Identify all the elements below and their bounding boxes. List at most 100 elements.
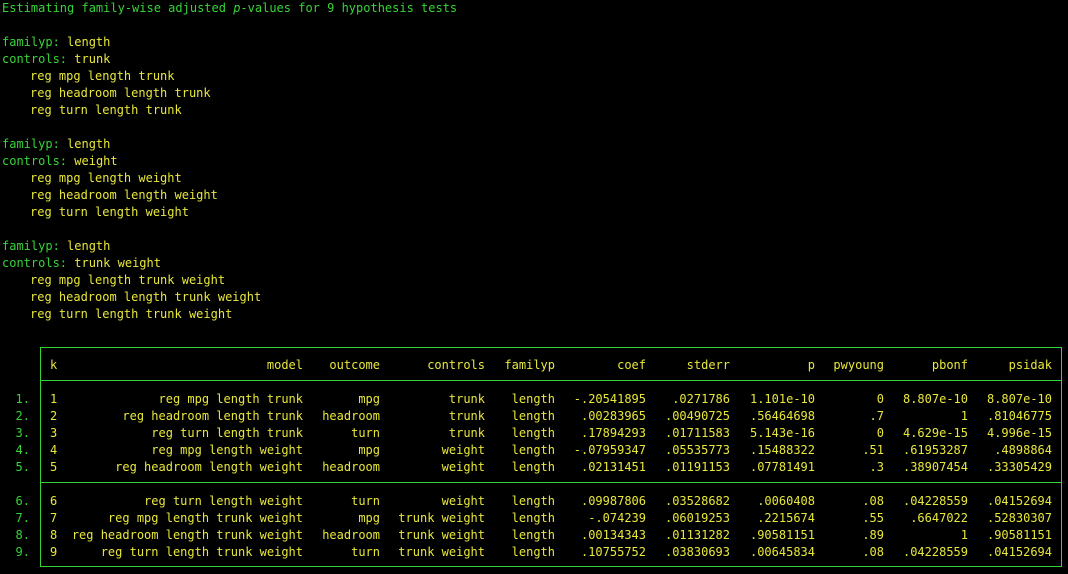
regression-command: reg mpg length weight xyxy=(30,171,182,185)
cell-familyp: length xyxy=(511,426,555,440)
family-1-controls-line: controls: trunk xyxy=(2,51,110,68)
cell-outcome: turn xyxy=(351,545,380,559)
cell-pbonf: 1 xyxy=(960,528,968,542)
cell-p: 5.143e-16 xyxy=(749,426,815,440)
cell-coef: -.074239 xyxy=(588,511,646,525)
cell-psidak: .04152694 xyxy=(986,545,1052,559)
cell-psidak: .52830307 xyxy=(986,511,1052,525)
cell-pbonf: .04228559 xyxy=(902,494,968,508)
cell-p: .07781491 xyxy=(749,460,815,474)
table-row: 2. 2 reg headroom length trunk headroom … xyxy=(0,408,1068,425)
cell-coef: .17894293 xyxy=(580,426,646,440)
controls-label: controls: xyxy=(2,52,68,66)
cell-psidak: .33305429 xyxy=(986,460,1052,474)
cell-controls: weight xyxy=(441,494,485,508)
header-stderr: stderr xyxy=(686,358,730,372)
cell-model: reg headroom length trunk xyxy=(122,409,303,423)
table-header-row: k model outcome controls familyp coef st… xyxy=(0,357,1068,374)
table-row: 9. 9 reg turn length trunk weight turn t… xyxy=(0,544,1068,561)
table-header-divider xyxy=(41,380,1061,381)
cell-k: 1 xyxy=(50,392,58,406)
table-row: 3. 3 reg turn length trunk turn trunk le… xyxy=(0,425,1068,442)
cell-controls: trunk xyxy=(448,392,485,406)
cell-coef: -.20541895 xyxy=(573,392,646,406)
row-number: 4. xyxy=(15,443,30,457)
cell-coef: .09987806 xyxy=(580,494,646,508)
cell-psidak: .04152694 xyxy=(986,494,1052,508)
familyp-label: familyp: xyxy=(2,239,60,253)
cell-stderr: .06019253 xyxy=(664,511,730,525)
cell-model: reg headroom length trunk weight xyxy=(71,528,303,542)
cell-pwyoung: .7 xyxy=(869,409,884,423)
header-coef: coef xyxy=(617,358,646,372)
cell-p: .00645834 xyxy=(749,545,815,559)
cell-p: .56464698 xyxy=(749,409,815,423)
cell-pwyoung: 0 xyxy=(876,392,884,406)
cell-pbonf: .61953287 xyxy=(902,443,968,457)
regression-command: reg headroom length trunk weight xyxy=(30,290,262,304)
controls-label: controls: xyxy=(2,256,68,270)
cell-pwyoung: .55 xyxy=(862,511,884,525)
cell-stderr: .01191153 xyxy=(664,460,730,474)
row-number: 9. xyxy=(15,545,30,559)
row-number: 8. xyxy=(15,528,30,542)
familyp-value: length xyxy=(67,137,111,151)
table-row: 5. 5 reg headroom length weight headroom… xyxy=(0,459,1068,476)
intro-prefix: Estimating family-wise adjusted xyxy=(2,1,234,15)
cell-k: 8 xyxy=(50,528,58,542)
cell-k: 5 xyxy=(50,460,58,474)
cell-k: 6 xyxy=(50,494,58,508)
results-intro-line: Estimating family-wise adjusted p-values… xyxy=(2,0,457,17)
table-group-divider xyxy=(41,482,1061,483)
cell-psidak: .4898864 xyxy=(994,443,1052,457)
cell-model: reg turn length trunk xyxy=(151,426,303,440)
controls-value: trunk weight xyxy=(74,256,161,270)
cell-familyp: length xyxy=(511,460,555,474)
cell-pbonf: 8.807e-10 xyxy=(902,392,968,406)
cell-coef: -.07959347 xyxy=(573,443,646,457)
intro-suffix: -values for 9 hypothesis tests xyxy=(240,1,458,15)
cell-controls: trunk xyxy=(448,426,485,440)
cell-controls: trunk weight xyxy=(398,511,485,525)
row-number: 3. xyxy=(15,426,30,440)
header-familyp: familyp xyxy=(504,358,555,372)
regression-command: reg turn length weight xyxy=(30,205,189,219)
controls-value: weight xyxy=(74,154,118,168)
cell-coef: .00283965 xyxy=(580,409,646,423)
cell-familyp: length xyxy=(511,443,555,457)
regression-command: reg mpg length trunk xyxy=(30,69,175,83)
row-number: 5. xyxy=(15,460,30,474)
cell-outcome: mpg xyxy=(358,392,380,406)
cell-coef: .00134343 xyxy=(580,528,646,542)
cell-model: reg turn length trunk weight xyxy=(100,545,303,559)
cell-k: 2 xyxy=(50,409,58,423)
cell-stderr: .05535773 xyxy=(664,443,730,457)
regression-command: reg mpg length trunk weight xyxy=(30,273,226,287)
header-psidak: psidak xyxy=(1008,358,1052,372)
table-row: 4. 4 reg mpg length weight mpg weight le… xyxy=(0,442,1068,459)
familyp-label: familyp: xyxy=(2,137,60,151)
cell-p: .2215674 xyxy=(757,511,815,525)
cell-familyp: length xyxy=(511,494,555,508)
cell-psidak: 4.996e-15 xyxy=(986,426,1052,440)
header-outcome: outcome xyxy=(329,358,380,372)
cell-stderr: .00490725 xyxy=(664,409,730,423)
cell-familyp: length xyxy=(511,545,555,559)
header-controls: controls xyxy=(427,358,485,372)
cell-outcome: turn xyxy=(351,426,380,440)
table-row: 1. 1 reg mpg length trunk mpg trunk leng… xyxy=(0,391,1068,408)
cell-outcome: headroom xyxy=(322,528,380,542)
controls-label: controls: xyxy=(2,154,68,168)
table-row: 7. 7 reg mpg length trunk weight mpg tru… xyxy=(0,510,1068,527)
cell-coef: .10755752 xyxy=(580,545,646,559)
cell-familyp: length xyxy=(511,528,555,542)
familyp-label: familyp: xyxy=(2,35,60,49)
cell-stderr: .01711583 xyxy=(664,426,730,440)
cell-controls: trunk weight xyxy=(398,528,485,542)
cell-pwyoung: .08 xyxy=(862,545,884,559)
regression-command: reg turn length trunk weight xyxy=(30,307,233,321)
cell-familyp: length xyxy=(511,392,555,406)
header-k: k xyxy=(50,358,58,372)
cell-p: .90581151 xyxy=(749,528,815,542)
row-number: 6. xyxy=(15,494,30,508)
